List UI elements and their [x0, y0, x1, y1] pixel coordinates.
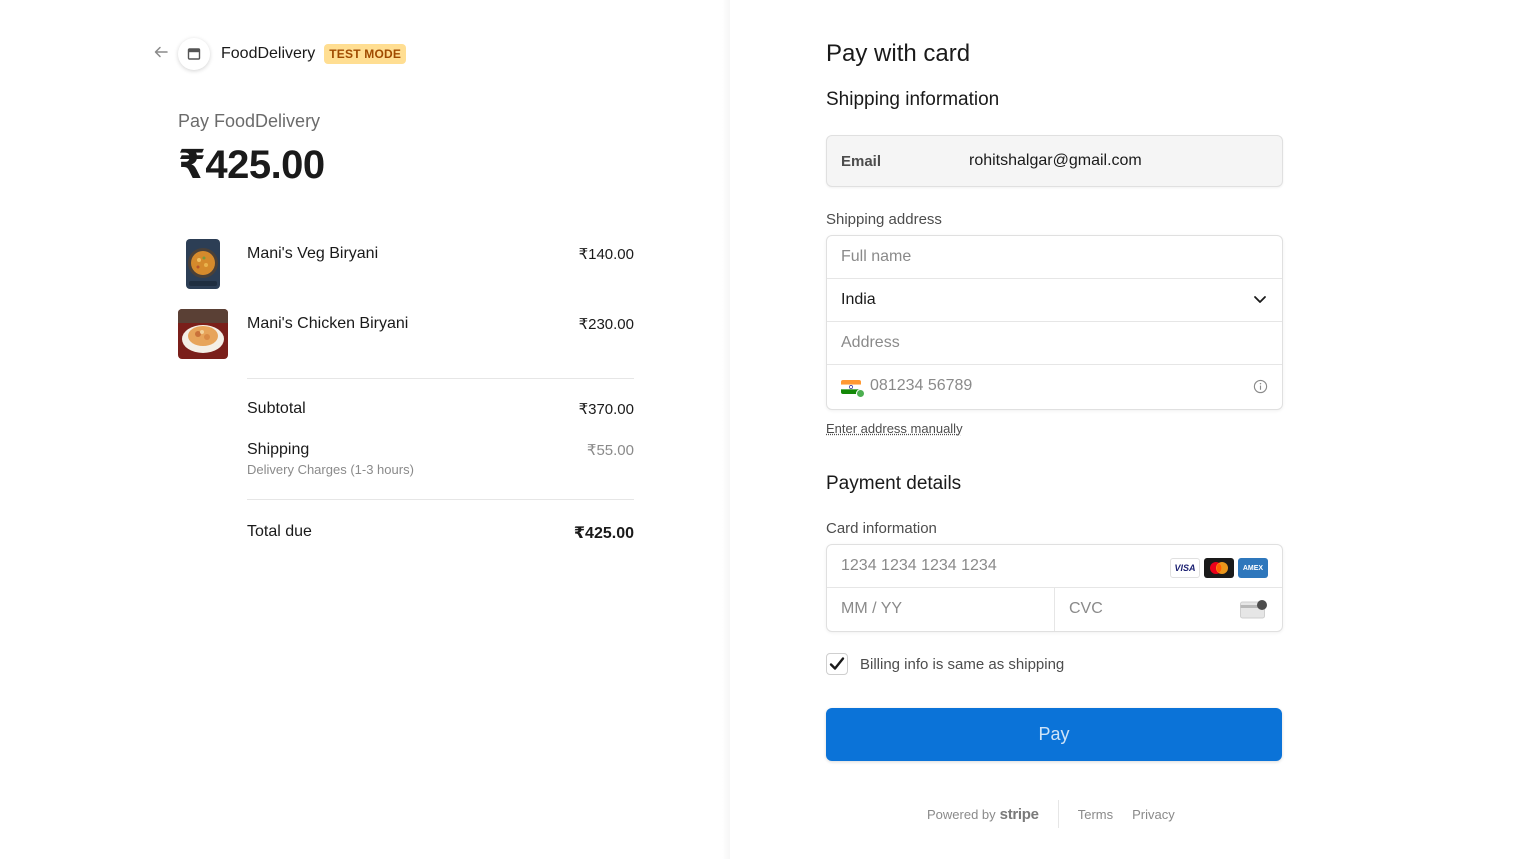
panel-divider-shadow [722, 0, 730, 859]
phone-input[interactable]: 081234 56789 [827, 365, 1282, 409]
subtotal-value: ₹370.00 [578, 401, 634, 418]
arrow-left-icon [154, 46, 168, 58]
shipping-address-group: Full name India Address 081234 56789 [826, 235, 1283, 410]
divider [247, 378, 634, 379]
powered-by-stripe[interactable]: Powered by stripe [927, 806, 1039, 823]
total-row: Total due ₹425.00 [247, 523, 634, 542]
terms-link[interactable]: Terms [1078, 807, 1113, 822]
shipping-heading: Shipping information [826, 89, 1000, 110]
full-name-input[interactable]: Full name [827, 236, 1282, 279]
mastercard-icon [1204, 558, 1234, 578]
footer: Powered by stripe Terms Privacy [927, 800, 1194, 828]
shipping-value: ₹55.00 [586, 442, 634, 459]
shipping-address-label: Shipping address [826, 211, 942, 228]
expiry-placeholder: MM / YY [841, 600, 903, 617]
card-number-placeholder: 1234 1234 1234 1234 [841, 557, 997, 574]
powered-by-label: Powered by [927, 806, 996, 822]
chevron-down-icon [1254, 296, 1266, 303]
email-label: Email [841, 153, 882, 170]
pay-merchant-label: Pay FoodDelivery [178, 111, 321, 131]
merchant-name: FoodDelivery [221, 45, 316, 62]
veg-biryani-image [186, 239, 220, 289]
card-number-input[interactable]: 1234 1234 1234 1234 VISA AMEX [827, 545, 1282, 588]
billing-same-label: Billing info is same as shipping [860, 655, 1065, 673]
shipping-label: Shipping [247, 441, 310, 458]
store-icon [178, 38, 210, 70]
enter-address-manually-link[interactable]: Enter address manually [826, 421, 963, 436]
cvc-placeholder: CVC [1069, 600, 1103, 617]
total-value: ₹425.00 [573, 525, 634, 542]
address-input[interactable]: Address [827, 322, 1282, 365]
country-select[interactable]: India [827, 279, 1282, 322]
full-name-placeholder: Full name [841, 248, 912, 265]
item-name: Mani's Chicken Biryani [247, 315, 409, 332]
checkmark-icon [829, 657, 845, 670]
divider [247, 499, 634, 500]
email-value: rohitshalgar@gmail.com [969, 152, 1142, 169]
pay-button[interactable]: Pay [826, 708, 1282, 761]
subtotal-label: Subtotal [247, 400, 306, 417]
shipping-description: Delivery Charges (1-3 hours) [247, 462, 414, 477]
card-information-label: Card information [826, 520, 937, 537]
cvc-card-icon [1240, 600, 1267, 619]
payment-heading: Payment details [826, 473, 962, 494]
cvc-input[interactable]: CVC [1055, 588, 1282, 631]
info-icon[interactable] [1253, 379, 1268, 394]
amex-icon: AMEX [1238, 558, 1268, 578]
address-placeholder: Address [841, 334, 900, 351]
billing-same-as-shipping[interactable]: Billing info is same as shipping [826, 653, 1064, 675]
country-value: India [841, 291, 876, 308]
order-summary-panel: FoodDelivery TEST MODE Pay FoodDelivery … [0, 0, 730, 859]
expiry-input[interactable]: MM / YY [827, 588, 1055, 631]
item-price: ₹140.00 [578, 246, 634, 263]
line-item: Mani's Chicken Biryani ₹230.00 [178, 309, 634, 359]
verified-check-icon [856, 389, 865, 398]
item-price: ₹230.00 [578, 316, 634, 333]
line-item: Mani's Veg Biryani ₹140.00 [178, 239, 634, 289]
form-title: Pay with card [826, 40, 971, 67]
back-arrow-icon[interactable] [150, 43, 172, 65]
chicken-biryani-image [178, 309, 228, 359]
privacy-link[interactable]: Privacy [1132, 807, 1175, 822]
card-information-group: 1234 1234 1234 1234 VISA AMEX MM / YY CV… [826, 544, 1283, 632]
shipping-row: Shipping Delivery Charges (1-3 hours) ₹5… [247, 441, 634, 477]
stripe-logo: stripe [999, 805, 1039, 823]
merchant-header: FoodDelivery TEST MODE [150, 37, 407, 71]
card-brands: VISA AMEX [1170, 558, 1268, 578]
billing-same-checkbox[interactable] [826, 653, 848, 675]
footer-divider [1057, 800, 1059, 828]
phone-placeholder: 081234 56789 [870, 377, 973, 394]
item-name: Mani's Veg Biryani [247, 245, 379, 262]
visa-icon: VISA [1170, 558, 1200, 578]
subtotal-row: Subtotal ₹370.00 [247, 400, 634, 418]
email-field[interactable]: Email rohitshalgar@gmail.com [826, 135, 1283, 187]
test-mode-badge: TEST MODE [324, 44, 407, 64]
pay-amount: ₹425.00 [178, 143, 325, 187]
